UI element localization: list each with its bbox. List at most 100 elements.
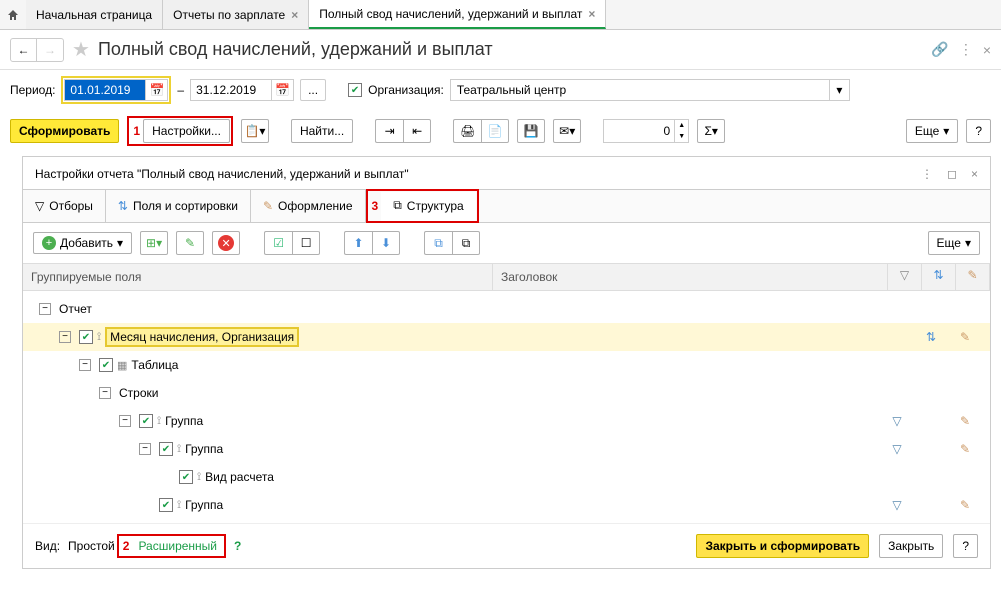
- row-checkbox[interactable]: [179, 470, 193, 484]
- tab-full-summary[interactable]: Полный свод начислений, удержаний и выпл…: [309, 0, 606, 29]
- spin-value[interactable]: [604, 120, 674, 142]
- collapse-icon[interactable]: ⇤: [403, 119, 431, 143]
- sort-cell-icon[interactable]: ⇅: [914, 330, 948, 344]
- filter-cell-icon[interactable]: ▽: [880, 414, 914, 428]
- paste-settings-button[interactable]: 📋▾: [241, 119, 269, 143]
- calendar-icon[interactable]: 📅: [272, 79, 294, 101]
- collapse-icon[interactable]: −: [99, 387, 111, 399]
- tab-reports[interactable]: Отчеты по зарплате×: [163, 0, 309, 29]
- brush-cell-icon[interactable]: ✎: [948, 414, 982, 428]
- spin-input[interactable]: ▲▼: [603, 119, 689, 143]
- help-button[interactable]: ?: [953, 534, 978, 558]
- tree-row-group3[interactable]: ⟟Группа ▽✎: [23, 491, 990, 519]
- period-start-input[interactable]: [64, 79, 146, 101]
- sigma-button[interactable]: Σ▾: [697, 119, 725, 143]
- copy-window-icon[interactable]: ⧉: [452, 231, 480, 255]
- org-checkbox[interactable]: [348, 83, 362, 97]
- structure-tree: −Отчет −⟟Месяц начисления, Организация ⇅…: [23, 291, 990, 523]
- tab-filters[interactable]: ▽Отборы: [23, 190, 106, 222]
- spin-up[interactable]: ▲: [675, 120, 688, 131]
- delete-button[interactable]: ✕: [212, 231, 240, 255]
- col-sort-icon[interactable]: ⇅: [922, 264, 956, 290]
- sort-icon: ⇅: [118, 199, 128, 213]
- spin-down[interactable]: ▼: [675, 131, 688, 142]
- dropdown-icon[interactable]: ▾: [829, 80, 849, 100]
- filters-row: Период: 📅 – 📅 ... Организация: ▾: [0, 70, 1001, 110]
- tab-structure[interactable]: ⧉Структура: [381, 192, 476, 221]
- main-toolbar: Сформировать 1 Настройки... 📋▾ Найти... …: [0, 110, 1001, 152]
- col-filter-icon[interactable]: ▽: [888, 264, 922, 290]
- row-checkbox[interactable]: [139, 414, 153, 428]
- more-button[interactable]: Еще ▾: [906, 119, 958, 143]
- brush-icon: ✎: [263, 199, 273, 213]
- period-dots-button[interactable]: ...: [300, 79, 326, 101]
- check-all-icon[interactable]: ☑: [264, 231, 292, 255]
- sub-more-button[interactable]: Еще ▾: [928, 231, 980, 255]
- find-button[interactable]: Найти...: [291, 119, 353, 143]
- move-up-icon[interactable]: ⬆: [344, 231, 372, 255]
- org-select[interactable]: ▾: [450, 79, 850, 101]
- row-checkbox[interactable]: [79, 330, 93, 344]
- tab-home[interactable]: Начальная страница: [26, 0, 163, 29]
- mail-icon[interactable]: ✉▾: [553, 119, 581, 143]
- expand-icon[interactable]: ⇥: [375, 119, 403, 143]
- nav-back[interactable]: ←: [11, 39, 37, 61]
- brush-cell-icon[interactable]: ✎: [948, 330, 982, 344]
- save-icon[interactable]: 💾: [517, 119, 545, 143]
- tree-row-report[interactable]: −Отчет: [23, 295, 990, 323]
- print-icon[interactable]: 🖨: [453, 119, 481, 143]
- collapse-icon[interactable]: −: [39, 303, 51, 315]
- tree-row-group2[interactable]: −⟟Группа ▽✎: [23, 435, 990, 463]
- edit-button[interactable]: ✎: [176, 231, 204, 255]
- org-input[interactable]: [451, 80, 829, 100]
- mode-simple[interactable]: Простой: [68, 539, 115, 553]
- row-checkbox[interactable]: [159, 498, 173, 512]
- row-checkbox[interactable]: [159, 442, 173, 456]
- group-add-button[interactable]: ⊞▾: [140, 231, 168, 255]
- move-down-icon[interactable]: ⬇: [372, 231, 400, 255]
- collapse-icon[interactable]: −: [119, 415, 131, 427]
- tree-row-group1[interactable]: −⟟Группа ▽✎: [23, 407, 990, 435]
- tab-fields[interactable]: ⇅Поля и сортировки: [106, 190, 251, 222]
- form-button[interactable]: Сформировать: [10, 119, 119, 143]
- help-icon[interactable]: ?: [234, 539, 241, 553]
- close-button[interactable]: Закрыть: [879, 534, 943, 558]
- uncheck-all-icon[interactable]: ☐: [292, 231, 320, 255]
- mode-extended[interactable]: Расширенный: [132, 537, 223, 555]
- nav-forward[interactable]: →: [37, 39, 63, 61]
- settings-button[interactable]: Настройки...: [143, 119, 230, 143]
- help-button[interactable]: ?: [966, 119, 991, 143]
- favorite-star-icon[interactable]: ★: [72, 37, 90, 62]
- calendar-icon[interactable]: 📅: [146, 79, 168, 101]
- tree-row-rows[interactable]: −Строки: [23, 379, 990, 407]
- preview-icon[interactable]: 📄: [481, 119, 509, 143]
- brush-cell-icon[interactable]: ✎: [948, 498, 982, 512]
- link-icon[interactable]: 🔗: [931, 41, 948, 58]
- tree-row-calc-type[interactable]: ⟟Вид расчета: [23, 463, 990, 491]
- filter-cell-icon[interactable]: ▽: [880, 442, 914, 456]
- col-brush-icon[interactable]: ✎: [956, 264, 990, 290]
- tree-row-table[interactable]: −▦Таблица: [23, 351, 990, 379]
- link-icon: ⟟: [97, 331, 101, 344]
- more-menu-icon[interactable]: ⋮: [959, 41, 973, 58]
- brush-cell-icon[interactable]: ✎: [948, 442, 982, 456]
- add-button[interactable]: +Добавить ▾: [33, 232, 132, 254]
- maximize-icon[interactable]: ◻: [947, 167, 957, 181]
- close-icon[interactable]: ×: [588, 7, 595, 21]
- collapse-icon[interactable]: −: [59, 331, 71, 343]
- new-window-icon[interactable]: ⧉: [424, 231, 452, 255]
- row-checkbox[interactable]: [99, 358, 113, 372]
- more-icon[interactable]: ⋮: [921, 167, 933, 181]
- collapse-icon[interactable]: −: [139, 443, 151, 455]
- close-icon[interactable]: ×: [983, 42, 991, 58]
- collapse-icon[interactable]: −: [79, 359, 91, 371]
- close-icon[interactable]: ×: [291, 8, 298, 22]
- close-icon[interactable]: ×: [971, 167, 978, 181]
- filter-cell-icon[interactable]: ▽: [880, 498, 914, 512]
- close-form-button[interactable]: Закрыть и сформировать: [696, 534, 869, 558]
- tree-row-month-org[interactable]: −⟟Месяц начисления, Организация ⇅✎: [23, 323, 990, 351]
- period-end-input[interactable]: [190, 79, 272, 101]
- tab-format[interactable]: ✎Оформление: [251, 190, 366, 222]
- home-icon[interactable]: [0, 0, 26, 29]
- plus-icon: +: [42, 236, 56, 250]
